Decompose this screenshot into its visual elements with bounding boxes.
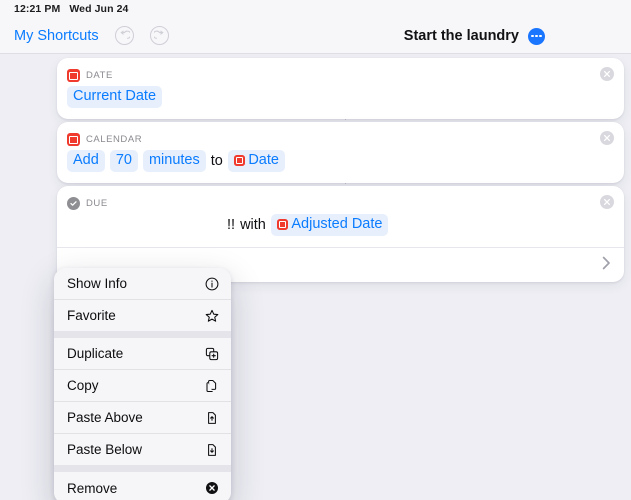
calendar-app-icon xyxy=(276,218,289,231)
action-category-label: DUE xyxy=(86,198,108,209)
calendar-app-icon xyxy=(233,154,246,167)
menu-item-paste-below[interactable]: Paste Below xyxy=(54,434,231,465)
menu-item-paste-above[interactable]: Paste Above xyxy=(54,402,231,433)
shortcuts-editor-window: 12:21 PM Wed Jun 24 My Shortcuts Start t… xyxy=(0,0,631,500)
menu-group-divider xyxy=(54,331,231,338)
close-icon[interactable] xyxy=(600,195,614,209)
action-category-label: DATE xyxy=(86,70,113,81)
duplicate-icon xyxy=(204,346,219,361)
static-text-to: to xyxy=(210,152,223,169)
status-bar-date: Wed Jun 24 xyxy=(69,3,129,15)
remove-circle-icon xyxy=(204,481,219,496)
static-text-with: with xyxy=(240,216,266,233)
menu-item-copy[interactable]: Copy xyxy=(54,370,231,401)
menu-item-label: Remove xyxy=(67,480,118,496)
paste-above-icon xyxy=(204,410,219,425)
action-card-body: Add 70 minutes to Date xyxy=(57,148,624,183)
chevron-right-icon[interactable] xyxy=(602,256,611,275)
action-card-date[interactable]: DATE Current Date xyxy=(57,58,624,119)
menu-item-favorite[interactable]: Favorite xyxy=(54,300,231,331)
ellipsis-icon[interactable] xyxy=(528,27,545,45)
action-card-body: Current Date xyxy=(57,84,624,119)
shortcut-title[interactable]: Start the laundry xyxy=(404,28,519,44)
copy-icon xyxy=(204,378,219,393)
action-context-menu: Show Info Favorite Duplicate Copy Paste … xyxy=(54,268,231,500)
action-category-label: CALENDAR xyxy=(86,134,143,145)
static-text-priority: !! xyxy=(227,216,236,233)
toolbar-left-group: My Shortcuts xyxy=(0,26,169,45)
menu-item-label: Paste Above xyxy=(67,410,143,425)
status-bar-time: 12:21 PM xyxy=(14,3,61,15)
paste-below-icon xyxy=(204,442,219,457)
variable-label: Adjusted Date xyxy=(291,216,383,232)
menu-item-label: Copy xyxy=(67,378,99,393)
action-card-body: !! with Adjusted Date xyxy=(57,212,624,247)
close-icon[interactable] xyxy=(600,67,614,81)
parameter-token-add[interactable]: Add xyxy=(67,150,105,172)
menu-item-label: Favorite xyxy=(67,308,116,323)
back-to-my-shortcuts-button[interactable]: My Shortcuts xyxy=(14,28,99,44)
calendar-app-icon xyxy=(67,133,80,146)
action-card-header: CALENDAR xyxy=(57,122,624,148)
close-icon[interactable] xyxy=(600,131,614,145)
undo-icon[interactable] xyxy=(114,26,134,45)
calendar-app-icon xyxy=(67,69,80,82)
menu-item-duplicate[interactable]: Duplicate xyxy=(54,338,231,369)
action-card-header: DUE xyxy=(57,186,624,212)
parameter-token-date-variable[interactable]: Date xyxy=(227,150,285,172)
menu-group-divider xyxy=(54,465,231,472)
info-circle-icon xyxy=(204,276,219,291)
parameter-token-adjusted-date[interactable]: Adjusted Date xyxy=(270,214,389,236)
action-card-header: DATE xyxy=(57,58,624,84)
parameter-token[interactable]: Current Date xyxy=(67,86,163,108)
menu-item-remove[interactable]: Remove xyxy=(54,472,231,500)
redo-icon[interactable] xyxy=(149,26,169,45)
action-card-calendar[interactable]: CALENDAR Add 70 minutes to Date xyxy=(57,122,624,183)
action-canvas: DATE Current Date CALENDAR Add 70 minute… xyxy=(0,54,631,500)
parameter-token-amount[interactable]: 70 xyxy=(109,150,138,172)
menu-item-label: Duplicate xyxy=(67,346,124,361)
reminders-check-icon xyxy=(67,197,80,210)
navigation-toolbar: My Shortcuts Start the laundry xyxy=(0,18,631,54)
status-bar: 12:21 PM Wed Jun 24 xyxy=(0,0,631,18)
parameter-token-unit[interactable]: minutes xyxy=(142,150,206,172)
menu-item-label: Show Info xyxy=(67,276,128,291)
variable-label: Date xyxy=(248,152,279,168)
menu-item-label: Paste Below xyxy=(67,442,143,457)
star-icon xyxy=(204,308,219,323)
toolbar-right-group: Start the laundry xyxy=(404,18,631,54)
menu-item-show-info[interactable]: Show Info xyxy=(54,268,231,299)
